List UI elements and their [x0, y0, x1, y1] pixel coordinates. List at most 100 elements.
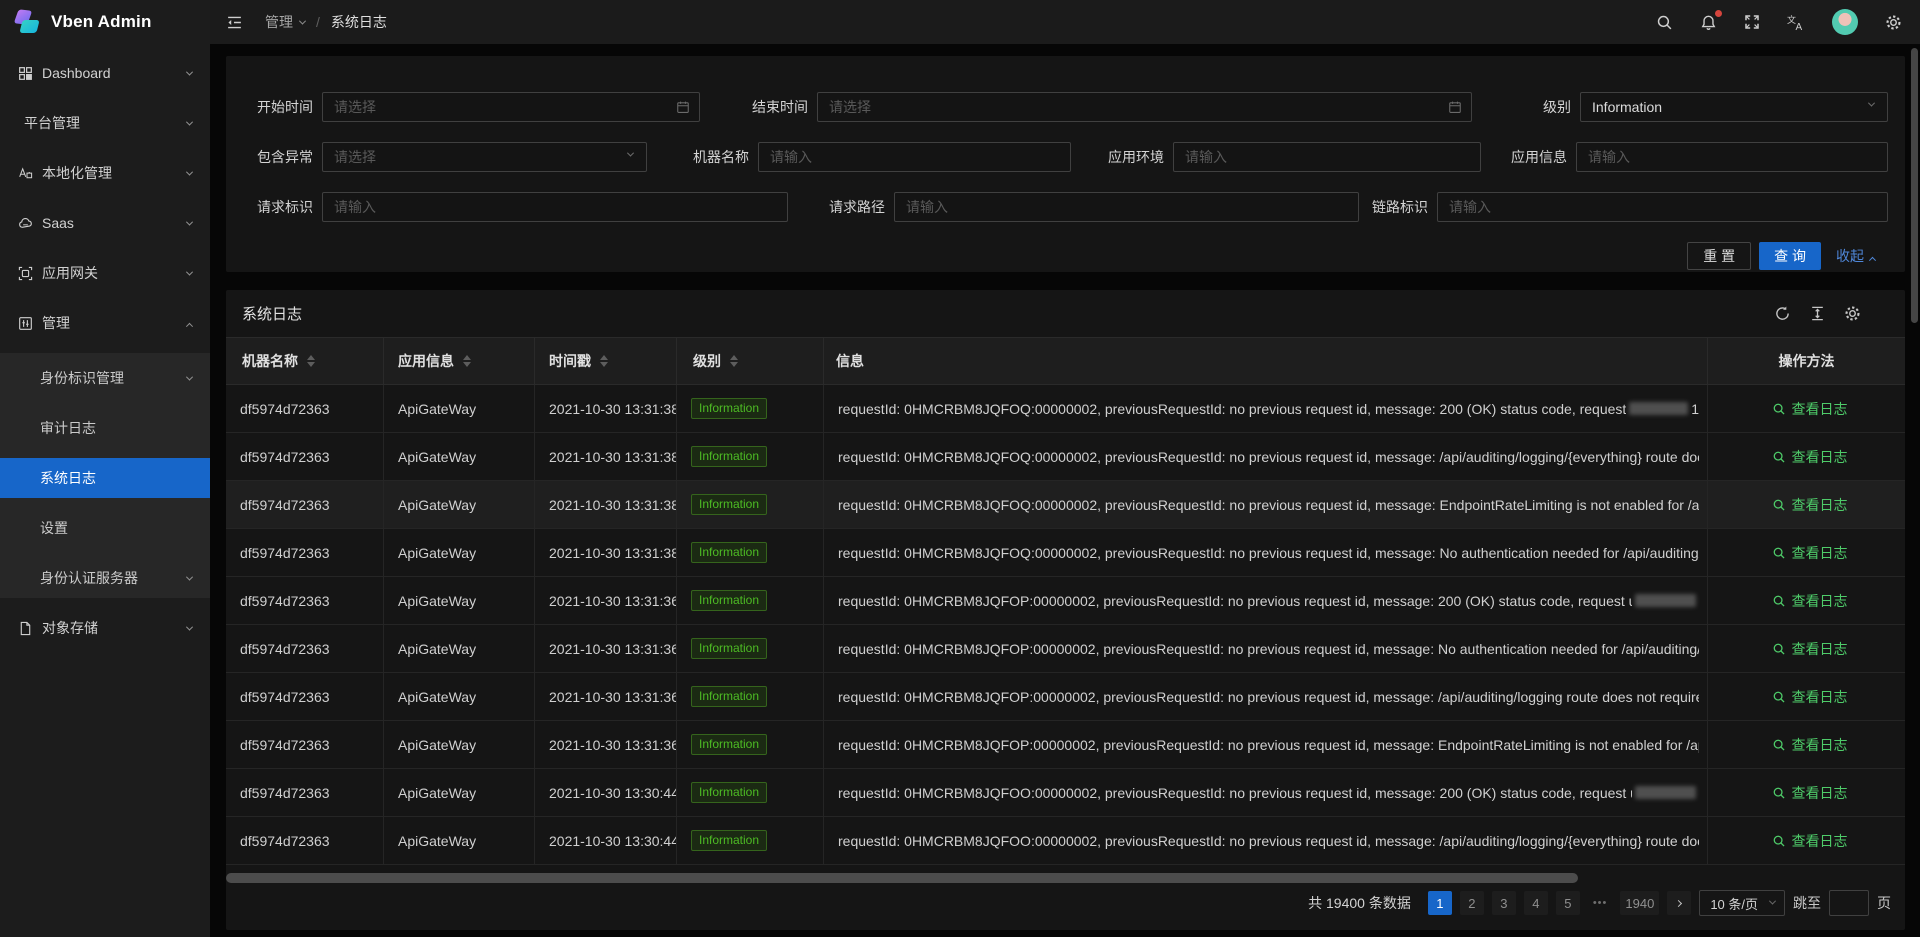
view-log-link[interactable]: 查看日志	[1772, 543, 1848, 563]
cell-machine-name: df5974d72363	[226, 817, 384, 864]
cell-message: requestId: 0HMCRBM8JQFOP:00000002, previ…	[824, 625, 1708, 672]
vertical-scrollbar-thumb[interactable]	[1911, 48, 1918, 323]
breadcrumb-section[interactable]: 管理	[265, 12, 305, 32]
page-size-select[interactable]: 10 条/页	[1699, 890, 1785, 916]
sidebar-item-app-gateway[interactable]: 应用网关	[0, 253, 210, 293]
fullscreen-icon[interactable]	[1744, 14, 1760, 30]
chevron-up-icon	[1869, 257, 1876, 264]
machine-name-input[interactable]: 请输入	[758, 142, 1071, 172]
page-button-3[interactable]: 3	[1492, 891, 1516, 915]
view-log-link[interactable]: 查看日志	[1772, 831, 1848, 851]
column-header-6: 操作方法	[1708, 338, 1905, 384]
has-exception-select[interactable]: 请选择	[322, 142, 647, 172]
level-select[interactable]: Information	[1580, 92, 1888, 122]
reset-button[interactable]: 重 置	[1687, 242, 1751, 270]
redacted-blur-block	[1629, 402, 1688, 415]
view-log-label: 查看日志	[1792, 831, 1848, 851]
row-height-icon[interactable]	[1809, 305, 1826, 322]
trace-id-input[interactable]: 请输入	[1437, 192, 1888, 222]
sidebar-item-dashboard[interactable]: Dashboard	[0, 53, 210, 93]
request-id-input[interactable]: 请输入	[322, 192, 788, 222]
field-label: 应用环境	[1106, 147, 1164, 167]
user-avatar[interactable]	[1832, 9, 1858, 35]
view-log-label: 查看日志	[1792, 591, 1848, 611]
localization-icon	[17, 165, 33, 181]
field-placeholder: 请输入	[1449, 197, 1491, 217]
horizontal-scrollbar-thumb[interactable]	[226, 873, 1578, 883]
request-path-input[interactable]: 请输入	[894, 192, 1359, 222]
column-header-4[interactable]: 级别	[677, 338, 824, 384]
page-button-1[interactable]: 1	[1428, 891, 1452, 915]
sidebar-item-system-log[interactable]: 系统日志	[0, 458, 210, 498]
sidebar-item-audit-log[interactable]: 审计日志	[0, 408, 210, 448]
search-button[interactable]: 查 询	[1759, 242, 1821, 270]
view-log-link[interactable]: 查看日志	[1772, 399, 1848, 419]
sidebar-item-auth-server[interactable]: 身份认证服务器	[0, 558, 210, 598]
notification-bell-icon[interactable]	[1700, 14, 1717, 31]
view-log-link[interactable]: 查看日志	[1772, 783, 1848, 803]
locale-translate-icon[interactable]: 文A	[1787, 14, 1805, 31]
column-settings-gear-icon[interactable]	[1844, 305, 1861, 322]
log-message: requestId: 0HMCRBM8JQFOQ:00000002, previ…	[838, 449, 1699, 465]
cell-machine-name: df5974d72363	[226, 385, 384, 432]
start-time-input[interactable]: 请选择	[322, 92, 700, 122]
app-info-input[interactable]: 请输入	[1576, 142, 1888, 172]
view-log-link[interactable]: 查看日志	[1772, 591, 1848, 611]
sidebar-item-object-storage[interactable]: 对象存储	[0, 608, 210, 648]
next-page-button[interactable]	[1667, 891, 1691, 915]
app-logo[interactable]: Vben Admin	[0, 0, 210, 44]
field-placeholder: 请输入	[906, 197, 948, 217]
column-header-3[interactable]: 时间戳	[535, 338, 677, 384]
sidebar-item-identity-mgmt[interactable]: 身份标识管理	[0, 358, 210, 398]
cell-level: Information	[677, 385, 824, 432]
chevron-down-icon	[627, 150, 634, 157]
settings-gear-icon[interactable]	[1885, 14, 1902, 31]
column-header-1[interactable]: 机器名称	[226, 338, 384, 384]
sidebar-item-localization[interactable]: 本地化管理	[0, 153, 210, 193]
sidebar-item-saas[interactable]: Saas	[0, 203, 210, 243]
table-toolbar	[1774, 305, 1861, 322]
page-button-4[interactable]: 4	[1524, 891, 1548, 915]
view-log-link[interactable]: 查看日志	[1772, 687, 1848, 707]
page-button-1940[interactable]: 1940	[1620, 891, 1659, 915]
sidebar-item-settings[interactable]: 设置	[0, 508, 210, 548]
cell-message: requestId: 0HMCRBM8JQFOP:00000002, previ…	[824, 577, 1708, 624]
level-badge: Information	[691, 542, 767, 564]
page-ellipsis[interactable]: •••	[1588, 891, 1613, 915]
sidebar-item-label: 本地化管理	[42, 163, 112, 183]
column-label: 级别	[693, 351, 721, 371]
sidebar-item-platform-mgmt[interactable]: 平台管理	[0, 103, 210, 143]
log-message: requestId: 0HMCRBM8JQFOP:00000002, previ…	[838, 641, 1699, 657]
cell-message: requestId: 0HMCRBM8JQFOO:00000002, previ…	[824, 817, 1708, 864]
view-log-link[interactable]: 查看日志	[1772, 447, 1848, 467]
page-button-2[interactable]: 2	[1460, 891, 1484, 915]
column-header-2[interactable]: 应用信息	[384, 338, 535, 384]
menu-fold-icon[interactable]	[226, 14, 243, 31]
search-icon[interactable]	[1656, 14, 1673, 31]
view-log-link[interactable]: 查看日志	[1772, 495, 1848, 515]
end-time-input[interactable]: 请选择	[817, 92, 1472, 122]
sidebar-item-label: 审计日志	[40, 418, 96, 438]
field-placeholder: 请输入	[770, 147, 812, 167]
cell-timestamp: 2021-10-30 13:31:36	[535, 577, 677, 624]
sidebar-item-management[interactable]: 管理	[0, 303, 210, 343]
log-message: requestId: 0HMCRBM8JQFOP:00000002, previ…	[838, 737, 1699, 753]
breadcrumb-current: 系统日志	[331, 12, 387, 32]
collapse-toggle[interactable]: 收起	[1836, 246, 1875, 266]
view-log-link[interactable]: 查看日志	[1772, 639, 1848, 659]
cell-actions: 查看日志	[1708, 721, 1905, 768]
chevron-down-icon	[186, 623, 193, 630]
page-button-5[interactable]: 5	[1556, 891, 1580, 915]
level-badge: Information	[691, 638, 767, 660]
table-row: df5974d72363ApiGateWay2021-10-30 13:31:3…	[226, 721, 1905, 769]
table-header-row: 机器名称应用信息时间戳级别 信息操作方法	[226, 337, 1905, 385]
sidebar-item-label: 身份标识管理	[40, 368, 124, 388]
cloud-icon	[17, 215, 33, 231]
view-log-link[interactable]: 查看日志	[1772, 735, 1848, 755]
jump-page-input[interactable]	[1829, 890, 1869, 916]
column-header-5: 信息	[824, 338, 1708, 384]
refresh-icon[interactable]	[1774, 305, 1791, 322]
filter-field-has-exception: 包含异常请选择	[242, 142, 647, 172]
filter-field-machine-name: 机器名称请输入	[687, 142, 1071, 172]
app-env-input[interactable]: 请输入	[1173, 142, 1481, 172]
